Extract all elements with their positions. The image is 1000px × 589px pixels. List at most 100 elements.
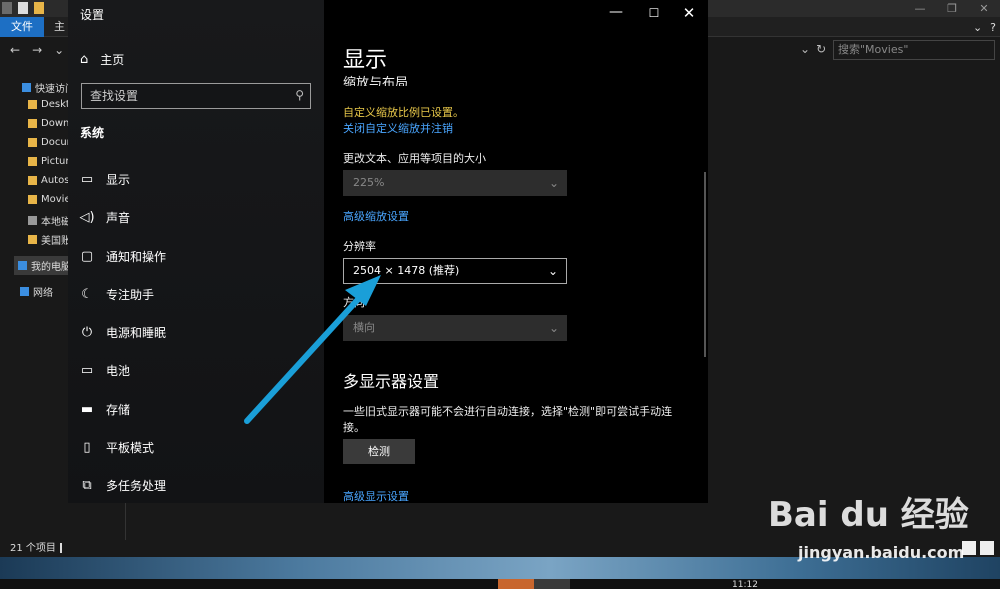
nav-item-label: 声音 xyxy=(106,210,131,225)
find-setting-box[interactable]: ⚲ xyxy=(81,83,311,109)
forward-arrow-icon[interactable]: → xyxy=(32,43,42,57)
nav-item-notifications[interactable]: ▢ 通知和操作 xyxy=(68,237,324,275)
watermark-logo: Bai du 经验 xyxy=(768,495,969,535)
nav-item-multitasking[interactable]: ⧉ 多任务处理 xyxy=(68,466,324,504)
explorer-app-icon xyxy=(2,2,12,14)
explorer-nav-buttons: ← → ⌄ xyxy=(10,43,64,57)
star-icon xyxy=(22,83,31,92)
folder-icon xyxy=(28,235,37,244)
sidebar-item-autos[interactable]: Autos xyxy=(28,175,69,186)
nav-item-label: 专注助手 xyxy=(106,287,155,302)
settings-window: 设置 — ☐ ✕ ⌂ 主页 ⚲ 系统 ▭ 显示 ◁) 声音 ▢ 通知和操作 ☾ … xyxy=(68,0,708,503)
taskbar-app-button[interactable] xyxy=(498,579,534,589)
nav-item-sound[interactable]: ◁) 声音 xyxy=(68,198,324,236)
explorer-close-icon[interactable]: ✕ xyxy=(968,0,1000,17)
taskbar-app-button[interactable] xyxy=(534,579,570,589)
home-icon: ⌂ xyxy=(80,51,89,67)
minimize-button[interactable]: — xyxy=(604,4,628,22)
orientation-dropdown[interactable]: 横向 ⌄ xyxy=(343,315,567,341)
tab-home[interactable]: 主 xyxy=(54,17,65,37)
notification-icon: ▢ xyxy=(80,248,94,264)
home-nav-item[interactable]: ⌂ 主页 xyxy=(80,48,124,70)
speaker-icon: ◁) xyxy=(79,209,95,225)
properties-icon[interactable] xyxy=(18,2,28,14)
nav-item-label: 平板模式 xyxy=(106,440,155,455)
sidebar-item-label: 本地磁 xyxy=(41,217,71,228)
turn-off-custom-scaling-link[interactable]: 关闭自定义缩放并注销 xyxy=(343,120,453,136)
sidebar-item-this-pc[interactable]: 我的电脑 xyxy=(14,256,75,275)
item-count: 21 个项目 xyxy=(10,543,56,554)
chevron-down-icon: ⌄ xyxy=(547,264,558,278)
explorer-navigation-pane: 快速访问 Deskto Down Docum Picture Autos Mov… xyxy=(0,70,76,540)
find-setting-input[interactable] xyxy=(90,84,280,108)
watermark-url: jingyan.baidu.com xyxy=(798,543,965,562)
sidebar-item-downloads[interactable]: Down xyxy=(28,118,69,129)
recent-chevron-icon[interactable]: ⌄ xyxy=(54,43,64,57)
close-button[interactable]: ✕ xyxy=(677,4,701,22)
folder-icon xyxy=(28,195,37,204)
storage-icon: ▬ xyxy=(80,401,94,417)
nav-item-battery[interactable]: ▭ 电池 xyxy=(68,351,324,389)
tab-file[interactable]: 文件 xyxy=(0,17,44,37)
maximize-button[interactable]: ☐ xyxy=(642,4,666,22)
back-arrow-icon[interactable]: ← xyxy=(10,43,20,57)
settings-scrollbar[interactable] xyxy=(704,172,706,357)
nav-item-label: 显示 xyxy=(106,172,131,187)
multiple-displays-description: 一些旧式显示器可能不会进行自动连接，选择"检测"即可尝试手动连接。 xyxy=(343,405,673,434)
multitask-icon: ⧉ xyxy=(82,477,92,493)
custom-scale-warning: 自定义缩放比例已设置。 xyxy=(343,106,464,119)
sidebar-item-local-disk[interactable]: 本地磁 xyxy=(28,213,71,228)
computer-icon xyxy=(18,261,27,270)
nav-item-label: 通知和操作 xyxy=(106,249,167,264)
monitor-icon: ▭ xyxy=(80,171,94,187)
ribbon-expand-icon[interactable]: ⌄ xyxy=(973,21,982,34)
nav-item-focus-assist[interactable]: ☾ 专注助手 xyxy=(68,275,324,313)
sidebar-item-movies[interactable]: Movie xyxy=(28,194,71,205)
address-dropdown-icon[interactable]: ⌄ xyxy=(800,42,810,56)
baidu-jingyan-watermark: Bai du 经验 jingyan.baidu.com xyxy=(768,487,1000,567)
advanced-display-settings-link[interactable]: 高级显示设置 xyxy=(343,488,409,504)
explorer-restore-icon[interactable]: ❐ xyxy=(936,0,968,17)
nav-item-power-sleep[interactable]: ⏻ 电源和睡眠 xyxy=(68,313,324,351)
refresh-icon[interactable]: ↻ xyxy=(816,42,826,56)
nav-item-label: 电池 xyxy=(106,363,131,378)
nav-item-label: 多任务处理 xyxy=(106,478,167,493)
scale-value: 225% xyxy=(353,176,385,189)
explorer-search-input[interactable]: 搜索"Movies" xyxy=(833,40,995,60)
quick-access-toolbar xyxy=(2,2,44,14)
orientation-value: 横向 xyxy=(353,321,375,334)
home-label: 主页 xyxy=(100,52,125,67)
detect-button[interactable]: 检测 xyxy=(343,439,415,464)
sidebar-item-label: 网络 xyxy=(33,288,53,299)
drive-icon xyxy=(28,216,37,225)
explorer-file-list xyxy=(708,65,1000,540)
nav-item-tablet-mode[interactable]: ▯ 平板模式 xyxy=(68,428,324,466)
folder-icon xyxy=(28,119,37,128)
nav-item-display[interactable]: ▭ 显示 xyxy=(68,160,324,198)
explorer-content-area xyxy=(125,503,708,540)
ribbon-controls: ⌄ ? xyxy=(973,17,996,37)
new-folder-icon[interactable] xyxy=(34,2,44,14)
sidebar-item-label: Autos xyxy=(41,175,70,186)
nav-item-storage[interactable]: ▬ 存储 xyxy=(68,390,324,428)
folder-icon xyxy=(28,157,37,166)
resolution-dropdown[interactable]: 2504 × 1478 (推荐) ⌄ xyxy=(343,258,567,284)
moon-icon: ☾ xyxy=(81,286,93,302)
resolution-label: 分辨率 xyxy=(343,240,376,253)
system-heading: 系统 xyxy=(80,126,105,140)
taskbar-clock[interactable]: 11:12 xyxy=(732,581,758,589)
tablet-icon: ▯ xyxy=(83,439,91,455)
sidebar-item-us-account[interactable]: 美国账 xyxy=(28,232,71,247)
advanced-scaling-link[interactable]: 高级缩放设置 xyxy=(343,208,409,224)
settings-window-title: 设置 xyxy=(80,8,105,22)
resolution-value: 2504 × 1478 (推荐) xyxy=(353,264,460,277)
explorer-window-controls: — ❐ ✕ xyxy=(904,0,1000,17)
sidebar-item-network[interactable]: 网络 xyxy=(20,284,53,299)
page-title: 显示 xyxy=(343,48,388,73)
sidebar-item-label: Down xyxy=(41,118,70,129)
help-icon[interactable]: ? xyxy=(990,21,996,34)
explorer-minimize-icon[interactable]: — xyxy=(904,0,936,17)
scale-dropdown[interactable]: 225% ⌄ xyxy=(343,170,567,196)
sidebar-item-label: 我的电脑 xyxy=(31,262,71,273)
search-icon[interactable]: ⚲ xyxy=(295,88,304,102)
